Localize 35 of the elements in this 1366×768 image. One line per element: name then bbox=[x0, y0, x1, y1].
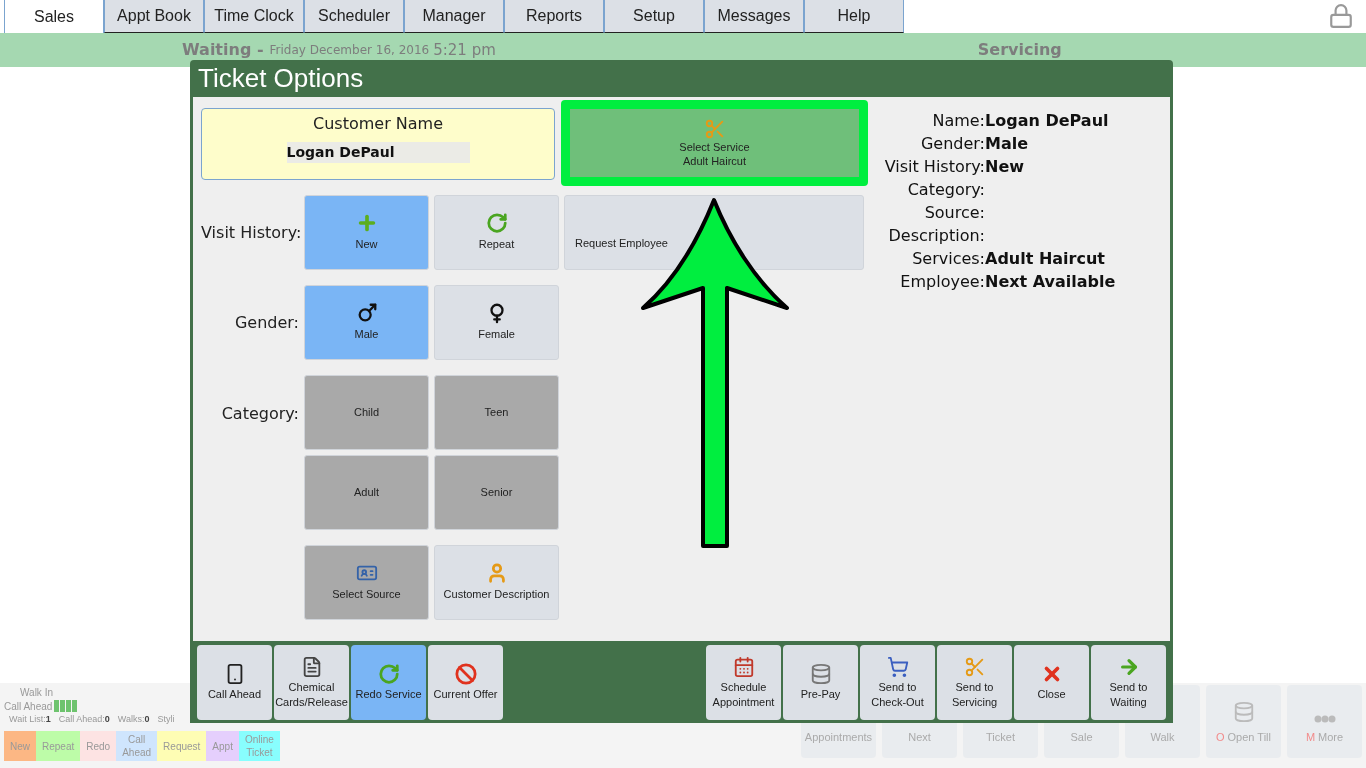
legend-chip: Redo bbox=[80, 731, 117, 761]
summary-label: Employee: bbox=[899, 271, 985, 293]
category-label: Category: bbox=[220, 403, 299, 425]
gender-label: Gender: bbox=[233, 311, 299, 334]
summary-value: Logan DePaul bbox=[985, 110, 1110, 132]
waiting-heading: Waiting - bbox=[182, 39, 264, 61]
summary-value: New bbox=[985, 156, 1026, 178]
queue-stat: Call Ahead:0 bbox=[58, 713, 110, 727]
legend-chip: Online Ticket bbox=[238, 731, 280, 761]
legend-chip: Call Ahead bbox=[116, 731, 158, 761]
date-text: Friday December 16, 2016 bbox=[269, 42, 430, 59]
legend-chip: Repeat bbox=[36, 731, 81, 761]
dialog-title: Ticket Options bbox=[198, 62, 364, 95]
customer-name-label: Customer Name bbox=[313, 113, 443, 135]
summary-label: Source: bbox=[923, 202, 985, 224]
summary-label: Services: bbox=[911, 248, 985, 270]
summary-value: Adult Haircut bbox=[985, 248, 1106, 270]
summary-value: Next Available bbox=[985, 271, 1116, 293]
legend-chip: New bbox=[4, 731, 36, 761]
summary-label: Visit History: bbox=[883, 156, 985, 178]
legend-chip: Appt bbox=[206, 731, 239, 761]
queue-stat: Walks:0 bbox=[117, 713, 150, 727]
summary-value: Male bbox=[985, 133, 1030, 155]
legend-chip: Request bbox=[157, 731, 207, 761]
queue-stat: Wait List:1 bbox=[9, 713, 51, 727]
summary-label: Gender: bbox=[919, 133, 985, 155]
servicing-heading: Servicing bbox=[977, 39, 1062, 61]
time-text: 5:21 pm bbox=[433, 39, 496, 61]
summary-label: Name: bbox=[931, 110, 985, 132]
walk-in-label: Walk In bbox=[20, 685, 53, 700]
call-ahead-label: Call Ahead bbox=[4, 699, 53, 714]
summary-label: Category: bbox=[906, 179, 985, 201]
summary-label: Description: bbox=[887, 225, 985, 247]
queue-stat: Styli bbox=[157, 713, 175, 727]
visit-history-label: Visit History: bbox=[201, 221, 299, 244]
